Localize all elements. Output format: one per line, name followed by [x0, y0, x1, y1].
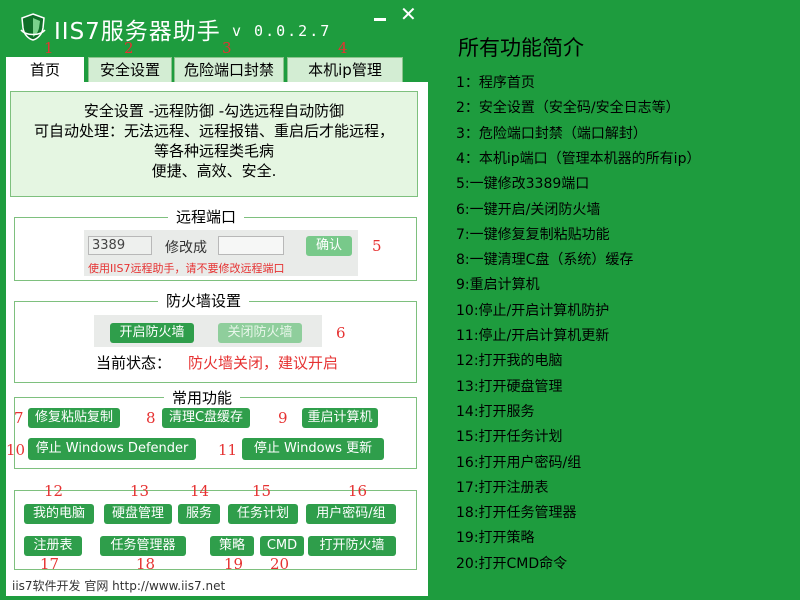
change-to-label: 修改成 — [165, 240, 207, 256]
task-manager-button[interactable]: 任务管理器 — [100, 536, 186, 556]
help-item: 15:打开任务计划 — [456, 429, 563, 446]
help-item: 6:一键开启/关闭防火墙 — [456, 201, 601, 218]
tab-dangerous-ports[interactable]: 危险端口封禁 — [174, 57, 284, 82]
stop-defender-button[interactable]: 停止 Windows Defender — [28, 438, 196, 460]
tab-home[interactable]: 首页 — [6, 57, 84, 84]
feature-number: 7 — [14, 409, 24, 427]
registry-button[interactable]: 注册表 — [24, 536, 82, 556]
firewall-status-value: 防火墙关闭，建议开启 — [188, 354, 339, 372]
help-item: 7:一键修复复制粘贴功能 — [456, 226, 610, 243]
new-port-input[interactable] — [218, 236, 284, 255]
minimize-button[interactable] — [372, 10, 388, 22]
confirm-port-button[interactable]: 确认 — [306, 236, 352, 256]
remote-port-title: 远程端口 — [168, 208, 245, 226]
help-item: 14:打开服务 — [456, 403, 535, 420]
feature-number: 12 — [44, 482, 64, 500]
policy-button[interactable]: 策略 — [210, 536, 254, 556]
tab-number: 1 — [44, 39, 54, 57]
disable-firewall-button[interactable]: 关闭防火墙 — [218, 323, 302, 343]
repair-clipboard-button[interactable]: 修复粘贴复制 — [28, 408, 120, 428]
feature-number: 18 — [136, 555, 156, 573]
intro-box: 安全设置 -远程防御 -勾选远程自动防御 可自动处理：无法远程、远程报错、重启后… — [10, 91, 418, 197]
help-item: 10:停止/开启计算机防护 — [456, 302, 610, 319]
feature-number: 13 — [130, 482, 150, 500]
help-item: 12:打开我的电脑 — [456, 353, 563, 370]
help-item: 16:打开用户密码/组 — [456, 454, 582, 471]
current-port-field[interactable]: 3389 — [88, 236, 152, 255]
user-password-group-button[interactable]: 用户密码/组 — [306, 504, 396, 524]
feature-number: 14 — [190, 482, 210, 500]
intro-line: 等各种远程类毛病 — [153, 142, 274, 160]
help-item: 4：本机ip端口（管理本机器的所有ip） — [456, 150, 701, 167]
tab-security-settings[interactable]: 安全设置 — [88, 57, 172, 82]
feature-number: 11 — [218, 441, 238, 459]
help-item: 1：程序首页 — [456, 75, 535, 91]
feature-number: 9 — [278, 409, 288, 427]
help-item: 5:一键修改3389端口 — [456, 176, 590, 193]
help-item: 18:打开任务管理器 — [456, 505, 577, 522]
intro-line: 可自动处理：无法远程、远程报错、重启后才能远程， — [33, 122, 394, 140]
help-title: 所有功能简介 — [458, 36, 584, 60]
help-item: 3：危险端口封禁（端口解封） — [456, 125, 647, 142]
tab-number: 4 — [338, 39, 348, 57]
help-item: 11:停止/开启计算机更新 — [456, 328, 610, 344]
help-item: 2：安全设置（安全码/安全日志等） — [456, 100, 680, 117]
feature-number: 5 — [372, 237, 382, 255]
app-version: v 0.0.2.7 — [232, 22, 332, 40]
stop-windows-update-button[interactable]: 停止 Windows 更新 — [242, 438, 384, 460]
help-item: 20:打开CMD命令 — [456, 555, 568, 572]
tab-number: 2 — [124, 39, 134, 57]
restart-computer-button[interactable]: 重启计算机 — [302, 408, 378, 428]
feature-number: 19 — [224, 555, 244, 573]
shield-logo-icon — [20, 13, 46, 41]
cmd-button[interactable]: CMD — [260, 536, 304, 556]
port-warning-text: 使用IIS7远程助手，请不要修改远程端口 — [88, 262, 285, 275]
feature-number: 20 — [270, 555, 290, 573]
help-item: 19:打开策略 — [456, 530, 535, 547]
help-item: 9:重启计算机 — [456, 277, 540, 294]
tab-number: 3 — [222, 39, 232, 57]
close-button[interactable]: ✕ — [400, 3, 417, 25]
firewall-title: 防火墙设置 — [158, 292, 250, 310]
help-item: 13:打开硬盘管理 — [456, 378, 563, 395]
app-title: IIS7服务器助手 — [54, 19, 221, 45]
footer-text: iis7软件开发 官网 http://www.iis7.net — [12, 579, 226, 593]
common-functions-title: 常用功能 — [164, 389, 241, 407]
help-item: 17:打开注册表 — [456, 479, 549, 496]
enable-firewall-button[interactable]: 开启防火墙 — [110, 323, 194, 343]
feature-number: 15 — [252, 482, 272, 500]
firewall-status-label: 当前状态： — [96, 354, 172, 372]
services-button[interactable]: 服务 — [178, 504, 220, 524]
clean-c-drive-button[interactable]: 清理C盘缓存 — [162, 408, 250, 428]
feature-number: 8 — [146, 409, 156, 427]
task-scheduler-button[interactable]: 任务计划 — [228, 504, 298, 524]
intro-line: 便捷、高效、安全. — [151, 162, 277, 180]
feature-number: 17 — [40, 555, 60, 573]
shortcuts-group — [14, 490, 417, 570]
open-firewall-button[interactable]: 打开防火墙 — [308, 536, 396, 556]
feature-number: 6 — [336, 324, 346, 342]
app-window: IIS7服务器助手 v 0.0.2.7 ✕ 1 2 3 4 首页 安全设置 危险… — [0, 0, 428, 600]
disk-management-button[interactable]: 硬盘管理 — [104, 504, 172, 524]
tab-ip-management[interactable]: 本机ip管理 — [287, 57, 403, 82]
intro-line: 安全设置 -远程防御 -勾选远程自动防御 — [83, 102, 345, 120]
feature-number: 16 — [348, 482, 368, 500]
my-computer-button[interactable]: 我的电脑 — [24, 504, 94, 524]
help-item: 8:一键清理C盘（系统）缓存 — [456, 252, 634, 269]
feature-number: 10 — [6, 441, 26, 459]
